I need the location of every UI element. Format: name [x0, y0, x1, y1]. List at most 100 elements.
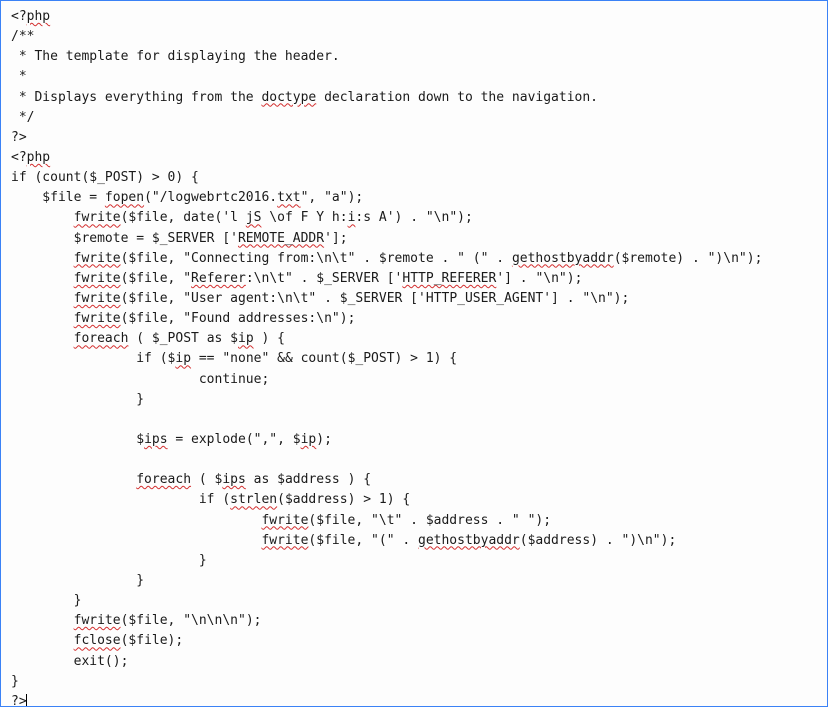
- code-line[interactable]: fwrite($file, "\n\n\n");: [11, 611, 817, 631]
- code-text: ($remote) . ")\n");: [614, 251, 763, 266]
- code-line[interactable]: continue;: [11, 370, 817, 390]
- code-line[interactable]: fwrite($file, "Connecting from:\n\t" . $…: [11, 249, 817, 269]
- code-line[interactable]: if (count($_POST) > 0) {: [11, 168, 817, 188]
- spellcheck-squiggle: ip: [175, 351, 191, 366]
- code-line[interactable]: *: [11, 67, 817, 87]
- code-text: <?: [11, 150, 27, 165]
- code-line[interactable]: ?>: [11, 692, 817, 707]
- code-text: * The template for displaying the header…: [11, 49, 340, 64]
- code-text: [11, 210, 74, 225]
- spellcheck-squiggle: ips: [222, 472, 245, 487]
- code-line[interactable]: * Displays everything from the doctype d…: [11, 88, 817, 108]
- code-text: <?: [11, 9, 27, 24]
- code-text: }: [11, 593, 81, 608]
- code-line[interactable]: /**: [11, 27, 817, 47]
- code-text: );: [316, 432, 332, 447]
- code-text: continue;: [11, 372, 269, 387]
- spellcheck-squiggle: fwrite: [74, 311, 121, 326]
- code-line[interactable]: if ($ip == "none" && count($_POST) > 1) …: [11, 349, 817, 369]
- code-text: ($address) > 1) {: [277, 492, 410, 507]
- code-line[interactable]: fwrite($file, "Found addresses:\n");: [11, 309, 817, 329]
- code-text: ($file, "(" .: [308, 533, 418, 548]
- spellcheck-squiggle: HTTP_REFERER: [402, 271, 496, 286]
- code-text: if ($: [11, 351, 175, 366]
- code-text: exit();: [11, 654, 128, 669]
- spellcheck-squiggle: fopen: [105, 190, 144, 205]
- code-line[interactable]: foreach ( $ips as $address ) {: [11, 470, 817, 490]
- spellcheck-squiggle: gethostbyaddr: [418, 533, 520, 548]
- code-line[interactable]: ?>: [11, 128, 817, 148]
- code-text: }: [11, 674, 19, 689]
- code-line[interactable]: exit();: [11, 652, 817, 672]
- code-text: ($file, "Found addresses:\n");: [121, 311, 356, 326]
- code-text: ( $: [191, 472, 222, 487]
- code-line[interactable]: <?php: [11, 148, 817, 168]
- code-line[interactable]: fwrite($file, "User agent:\n\t" . $_SERV…: [11, 289, 817, 309]
- spellcheck-squiggle: fwrite: [74, 291, 121, 306]
- spellcheck-squiggle: fwrite: [261, 513, 308, 528]
- code-text: [11, 251, 74, 266]
- code-text: [11, 513, 261, 528]
- code-text: }: [11, 553, 207, 568]
- code-line[interactable]: [11, 410, 817, 430]
- code-text: \of F Y h:: [261, 210, 347, 225]
- spellcheck-squiggle: doctype: [261, 90, 316, 105]
- spellcheck-squiggle: php: [27, 150, 50, 165]
- code-text: declaration down to the navigation.: [316, 90, 598, 105]
- spellcheck-squiggle: fwrite: [74, 613, 121, 628]
- code-line[interactable]: }: [11, 672, 817, 692]
- code-text: ("/logwebrtc2016.: [144, 190, 277, 205]
- code-text: ($file, date('l: [121, 210, 246, 225]
- code-line[interactable]: fwrite($file, date('l jS \of F Y h:i:s A…: [11, 208, 817, 228]
- code-line[interactable]: if (strlen($address) > 1) {: [11, 490, 817, 510]
- spellcheck-squiggle: php: [27, 9, 50, 24]
- code-text: *: [11, 69, 27, 84]
- code-text: = explode(",", $: [168, 432, 301, 447]
- code-text: ", "a");: [301, 190, 364, 205]
- code-text: ($file, ": [121, 271, 191, 286]
- code-line[interactable]: */: [11, 108, 817, 128]
- code-line[interactable]: [11, 450, 817, 470]
- code-line[interactable]: fclose($file);: [11, 631, 817, 651]
- code-line[interactable]: fwrite($file, "Referer:\n\t" . $_SERVER …: [11, 269, 817, 289]
- code-text: ($file, "\t" . $address . " ");: [308, 513, 551, 528]
- code-editor-pane[interactable]: <?php/** * The template for displaying t…: [0, 0, 828, 707]
- spellcheck-squiggle: jS: [246, 210, 262, 225]
- code-text: $remote = $_SERVER [': [11, 231, 238, 246]
- code-line[interactable]: }: [11, 551, 817, 571]
- spellcheck-squiggle: fwrite: [261, 533, 308, 548]
- code-line[interactable]: * The template for displaying the header…: [11, 47, 817, 67]
- spellcheck-squiggle: ip: [301, 432, 317, 447]
- code-line[interactable]: <?php: [11, 7, 817, 27]
- code-text: [11, 472, 136, 487]
- code-text: ($file, "\n\n\n");: [121, 613, 262, 628]
- code-text: :\n\t" . $_SERVER [': [246, 271, 403, 286]
- spellcheck-squiggle: REMOTE_ADDR: [238, 231, 324, 246]
- code-text: ?>: [11, 130, 27, 145]
- code-text: }: [11, 573, 144, 588]
- code-text: [11, 331, 74, 346]
- code-text: '];: [324, 231, 347, 246]
- code-line[interactable]: }: [11, 591, 817, 611]
- code-text: if (: [11, 492, 230, 507]
- code-line[interactable]: $ips = explode(",", $ip);: [11, 430, 817, 450]
- code-text: [11, 311, 74, 326]
- code-text: ($file);: [121, 633, 184, 648]
- code-line[interactable]: fwrite($file, "\t" . $address . " ");: [11, 511, 817, 531]
- code-line[interactable]: fwrite($file, "(" . gethostbyaddr($addre…: [11, 531, 817, 551]
- spellcheck-squiggle: fwrite: [74, 210, 121, 225]
- code-line[interactable]: $file = fopen("/logwebrtc2016.txt", "a")…: [11, 188, 817, 208]
- code-line[interactable]: foreach ( $_POST as $ip ) {: [11, 329, 817, 349]
- code-line[interactable]: }: [11, 390, 817, 410]
- code-text: [11, 291, 74, 306]
- code-text: */: [11, 110, 34, 125]
- spellcheck-squiggle: Referer: [191, 271, 246, 286]
- code-line[interactable]: $remote = $_SERVER ['REMOTE_ADDR'];: [11, 229, 817, 249]
- spellcheck-squiggle: ips: [144, 432, 167, 447]
- code-text: ) {: [254, 331, 285, 346]
- spellcheck-squiggle: fwrite: [74, 251, 121, 266]
- code-text: $file =: [11, 190, 105, 205]
- code-text: [11, 633, 74, 648]
- code-line[interactable]: }: [11, 571, 817, 591]
- code-text: $: [11, 432, 144, 447]
